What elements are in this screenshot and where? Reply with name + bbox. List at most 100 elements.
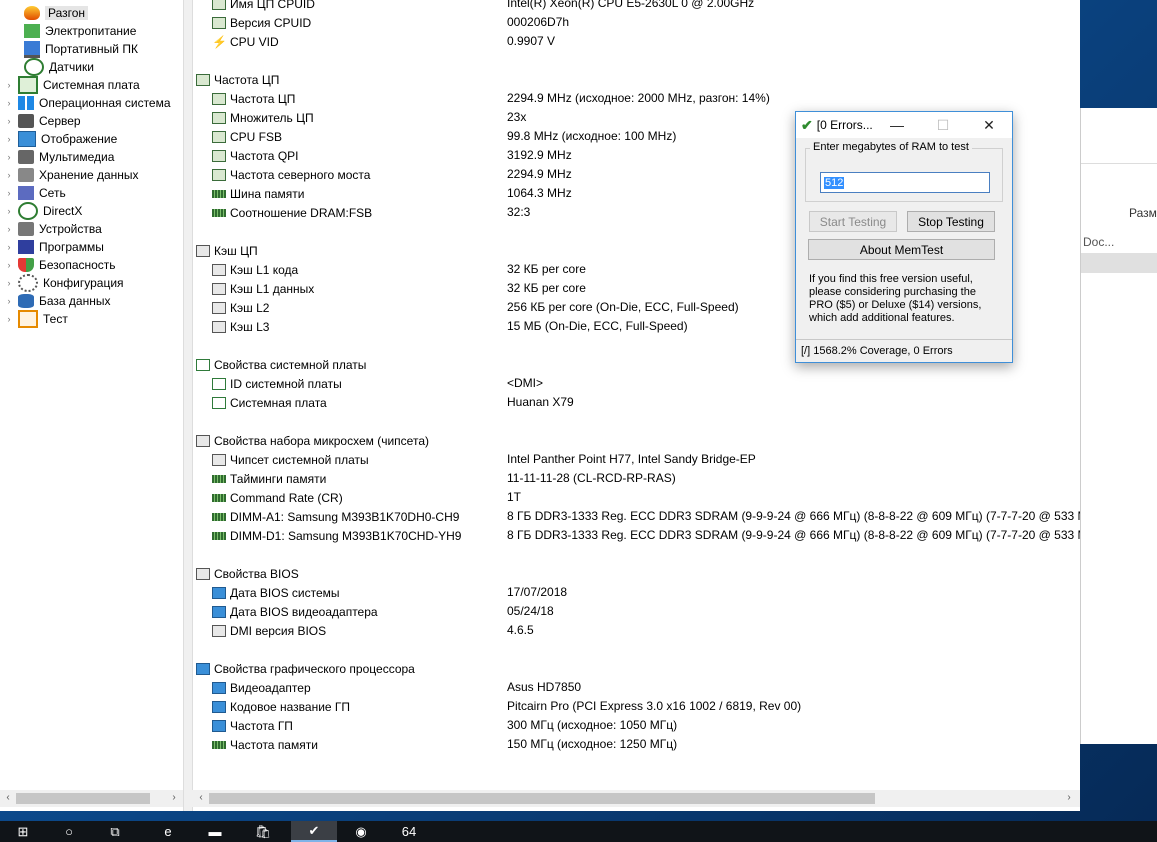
property-row[interactable]: CPU FSB [212,127,282,146]
section-header[interactable]: Свойства BIOS [196,564,299,583]
property-row[interactable]: Кэш L2 [212,298,269,317]
tree-item[interactable]: › Безопасность [4,256,116,274]
tree-item[interactable]: › Операционная система [4,94,171,112]
tree-item[interactable]: › Системная плата [4,76,140,94]
expand-arrow-icon[interactable]: › [4,224,14,234]
section-header[interactable]: Кэш ЦП [196,241,258,260]
about-memtest-button[interactable]: About MemTest [808,239,995,260]
task-view-icon[interactable]: ⧉ [92,821,138,842]
tree-item[interactable]: › Мультимедиа [4,148,114,166]
property-row[interactable]: Множитель ЦП [212,108,314,127]
property-row[interactable]: Видеоадаптер [212,678,311,697]
expand-arrow-icon[interactable]: › [4,296,14,306]
property-row[interactable]: Тайминги памяти [212,469,326,488]
property-row[interactable]: Частота ГП [212,716,293,735]
property-row[interactable]: Системная плата [212,393,327,412]
close-button[interactable]: ✕ [966,112,1012,138]
section-header[interactable]: Свойства графического процессора [196,659,415,678]
section-header[interactable]: Свойства системной платы [196,355,366,374]
scroll-thumb[interactable] [209,793,875,804]
property-row[interactable]: Версия CPUID [212,13,311,32]
property-row[interactable]: Кодовое название ГП [212,697,350,716]
tree-item[interactable]: › Тест [4,310,68,328]
property-row[interactable]: DIMM-D1: Samsung M393B1K70CHD-YH9 [212,526,461,545]
stop-testing-button[interactable]: Stop Testing [907,211,995,232]
property-row[interactable]: Шина памяти [212,184,304,203]
expand-arrow-icon[interactable]: › [4,80,14,90]
property-row[interactable]: DIMM-A1: Samsung M393B1K70DH0-CH9 [212,507,459,526]
expand-arrow-icon[interactable]: › [4,278,14,288]
property-value: 0.9907 V [507,34,556,48]
tree-item[interactable]: › Отображение [4,130,117,148]
expand-arrow-icon[interactable]: › [4,152,14,162]
scroll-right-arrow[interactable]: › [1063,792,1075,803]
property-row[interactable]: Command Rate (CR) [212,488,343,507]
expand-arrow-icon[interactable]: › [4,206,14,216]
search-icon[interactable]: ○ [46,821,92,842]
section-header[interactable]: Частота ЦП [196,70,279,89]
memtest-taskbar-icon[interactable]: ✔ [291,821,337,842]
tree-item[interactable]: › Устройства [4,220,102,238]
property-value: Pitcairn Pro (PCI Express 3.0 x16 1002 /… [507,699,802,713]
tree-item[interactable]: Электропитание [24,22,136,40]
tree-item[interactable]: › База данных [4,292,110,310]
expand-arrow-icon[interactable]: › [4,170,14,180]
chrome-icon[interactable]: ◉ [338,821,384,842]
tree-item[interactable]: Разгон [24,4,89,22]
expand-arrow-icon[interactable]: › [4,134,14,144]
tree-item[interactable]: Датчики [24,58,94,76]
expand-arrow-icon[interactable]: › [4,314,14,324]
property-row[interactable]: Дата BIOS видеоадаптера [212,602,378,621]
display-adapter-icon [212,700,226,713]
background-window[interactable]: Разм Doc... [1080,108,1157,744]
tree-item[interactable]: › Сеть [4,184,66,202]
property-row[interactable]: Имя ЦП CPUID [212,0,315,13]
navigation-tree[interactable]: Разгон Электропитание Портативный ПК Датчик… [0,0,183,790]
start-windows-icon[interactable]: ⊞ [0,821,46,842]
property-row[interactable]: Частота северного моста [212,165,370,184]
property-row[interactable]: Кэш L3 [212,317,269,336]
expand-arrow-icon[interactable]: › [4,260,14,270]
tree-item-label: Электропитание [45,24,137,38]
scroll-left-arrow[interactable]: ‹ [195,792,207,803]
document-item[interactable]: Doc... [1083,235,1114,249]
tree-item[interactable]: › Конфигурация [4,274,124,292]
tree-item[interactable]: Портативный ПК [24,40,138,58]
minimize-button[interactable]: — [874,112,920,138]
maximize-button[interactable]: ☐ [920,112,966,138]
tree-horizontal-scrollbar[interactable]: ‹ › [0,790,183,807]
property-row[interactable]: Соотношение DRAM:FSB [212,203,372,222]
expand-arrow-icon[interactable]: › [4,242,14,252]
tree-item[interactable]: › DirectX [4,202,82,220]
tree-item[interactable]: › Программы [4,238,104,256]
property-row[interactable]: ID системной платы [212,374,342,393]
scroll-thumb[interactable] [16,793,150,804]
tree-item[interactable]: › Хранение данных [4,166,139,184]
start-testing-button[interactable]: Start Testing [809,211,897,232]
property-row[interactable]: Частота памяти [212,735,318,754]
scroll-right-arrow[interactable]: › [168,792,180,803]
property-row[interactable]: Кэш L1 данных [212,279,314,298]
file-explorer-icon[interactable]: ▬ [192,821,238,842]
ram-megabytes-input[interactable]: 512 [820,172,990,193]
property-row[interactable]: Кэш L1 кода [212,260,298,279]
expand-arrow-icon[interactable]: › [4,116,14,126]
property-row[interactable]: Дата BIOS системы [212,583,340,602]
property-row[interactable]: ⚡ CPU VID [212,32,279,51]
edge-browser-icon[interactable]: e [145,821,191,842]
expand-arrow-icon[interactable]: › [4,98,14,108]
aida64-icon[interactable]: 64 [386,821,432,842]
section-header[interactable]: Свойства набора микросхем (чипсета) [196,431,429,450]
details-horizontal-scrollbar[interactable]: ‹ › [192,790,1080,807]
size-column-header[interactable]: Разм [1129,206,1157,220]
property-row[interactable]: Частота ЦП [212,89,295,108]
property-row[interactable]: DMI версия BIOS [212,621,326,640]
property-row[interactable]: Частота QPI [212,146,298,165]
property-label: Кэш L2 [230,300,270,315]
store-icon[interactable]: 🛍 [240,821,286,842]
expand-arrow-icon[interactable]: › [4,188,14,198]
memtest-titlebar[interactable]: ✔ [0 Errors... — ☐ ✕ [796,112,1012,138]
property-row[interactable]: Чипсет системной платы [212,450,369,469]
tree-item[interactable]: › Сервер [4,112,81,130]
scroll-left-arrow[interactable]: ‹ [2,792,14,803]
